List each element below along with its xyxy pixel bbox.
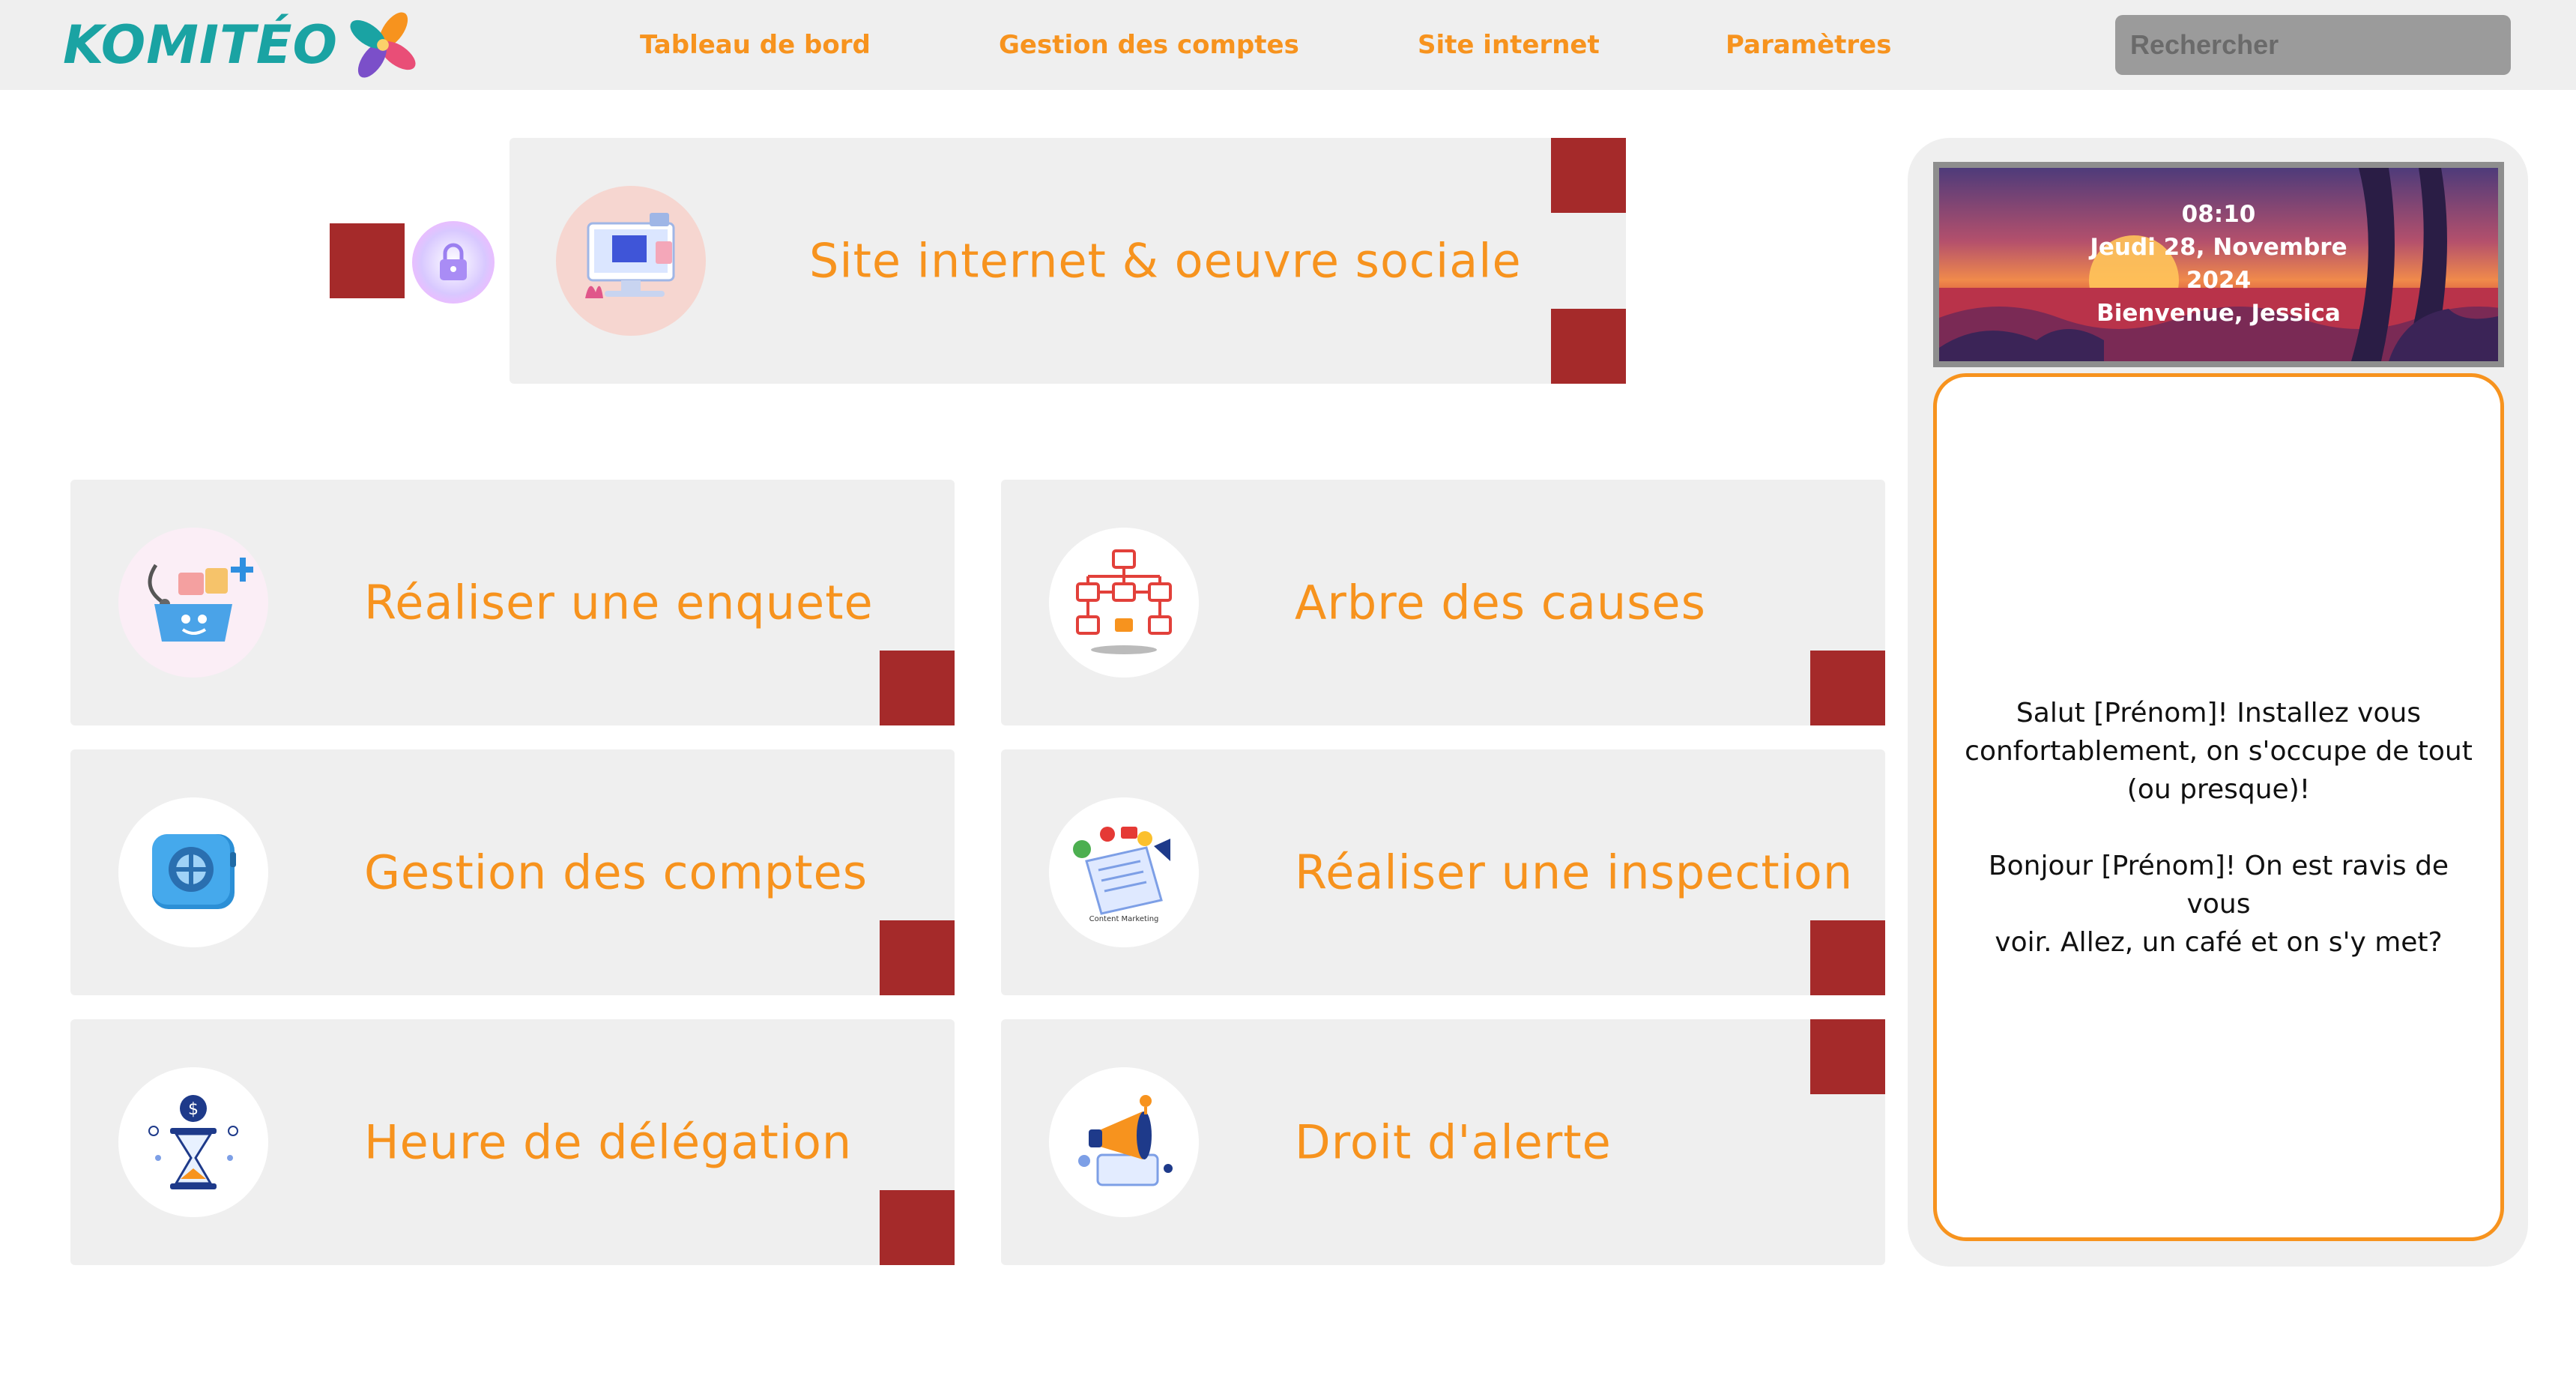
- date-year: 2024: [2186, 267, 2252, 294]
- message-line: (ou presque)!: [2126, 774, 2311, 805]
- hourglass-dollar-icon: $: [118, 1067, 268, 1217]
- card-arbre-des-causes[interactable]: Arbre des causes: [1001, 480, 1885, 725]
- banner-text: 08:10 Jeudi 28, Novembre 2024 Bienvenue,…: [1939, 198, 2498, 330]
- megaphone-icon: [1049, 1067, 1199, 1217]
- marker-square: [1810, 1019, 1885, 1094]
- top-navigation-bar: KOMITÉO Tableau de bord Gestion des comp…: [0, 0, 2576, 90]
- marker-square: [1810, 920, 1885, 995]
- nav-parametres[interactable]: Paramètres: [1726, 22, 1891, 67]
- card-title: Gestion des comptes: [364, 845, 868, 900]
- medical-basket-icon: [118, 528, 268, 678]
- card-realiser-une-enquete[interactable]: Réaliser une enquete: [70, 480, 955, 725]
- nav-tableau-de-bord[interactable]: Tableau de bord: [640, 22, 871, 67]
- card-realiser-une-inspection[interactable]: Content Marketing Réaliser une inspectio…: [1001, 749, 1885, 995]
- welcome-text: Bienvenue, Jessica: [2096, 300, 2341, 327]
- message-line: Salut [Prénom]! Installez vous: [2016, 698, 2422, 728]
- card-title: Arbre des causes: [1295, 575, 1706, 630]
- card-title: Réaliser une enquete: [364, 575, 874, 630]
- hero-card-site-internet[interactable]: Site internet & oeuvre sociale: [510, 138, 1626, 384]
- svg-text:$: $: [188, 1100, 199, 1119]
- message-line: voir. Allez, un café et on s'y met?: [1995, 927, 2443, 958]
- komiteo-logo[interactable]: KOMITÉO: [63, 0, 425, 90]
- hero-title: Site internet & oeuvre sociale: [809, 233, 1522, 289]
- clock-time: 08:10: [2181, 201, 2256, 228]
- message-line: Bonjour [Prénom]! On est ravis de vous: [1988, 851, 2449, 920]
- message-line: confortablement, on s'occupe de tout: [1965, 736, 2473, 767]
- lock-button[interactable]: [412, 221, 495, 304]
- greeting-message-1: Salut [Prénom]! Installez vous confortab…: [1956, 694, 2482, 809]
- card-droit-d-alerte[interactable]: Droit d'alerte: [1001, 1019, 1885, 1265]
- search-input[interactable]: [2115, 15, 2511, 75]
- logo-text: KOMITÉO: [63, 14, 339, 76]
- marker-square: [1551, 309, 1626, 384]
- content-marketing-icon: Content Marketing: [1049, 797, 1199, 947]
- card-gestion-des-comptes[interactable]: Gestion des comptes: [70, 749, 955, 995]
- marker-square: [880, 1190, 955, 1265]
- marker-square: [880, 651, 955, 725]
- marker-square: [330, 223, 405, 298]
- marker-square: [1551, 138, 1626, 213]
- card-heure-de-delegation[interactable]: $ Heure de délégation: [70, 1019, 955, 1265]
- welcome-banner: 08:10 Jeudi 28, Novembre 2024 Bienvenue,…: [1933, 162, 2504, 367]
- marker-square: [1810, 651, 1885, 725]
- date-line: Jeudi 28, Novembre: [2090, 234, 2347, 261]
- card-title: Droit d'alerte: [1295, 1114, 1612, 1170]
- svg-text:Content Marketing: Content Marketing: [1089, 915, 1159, 923]
- greeting-message-2: Bonjour [Prénom]! On est ravis de vous v…: [1956, 847, 2482, 962]
- nav-gestion-des-comptes[interactable]: Gestion des comptes: [999, 22, 1299, 67]
- card-title: Heure de délégation: [364, 1114, 853, 1170]
- lock-icon: [440, 243, 467, 280]
- logo-flower-icon: [350, 12, 416, 78]
- nav-site-internet[interactable]: Site internet: [1418, 22, 1600, 67]
- website-illustration-icon: [556, 186, 706, 336]
- marker-square: [880, 920, 955, 995]
- card-title: Réaliser une inspection: [1295, 845, 1854, 900]
- flowchart-icon: [1049, 528, 1199, 678]
- safe-vault-icon: [118, 797, 268, 947]
